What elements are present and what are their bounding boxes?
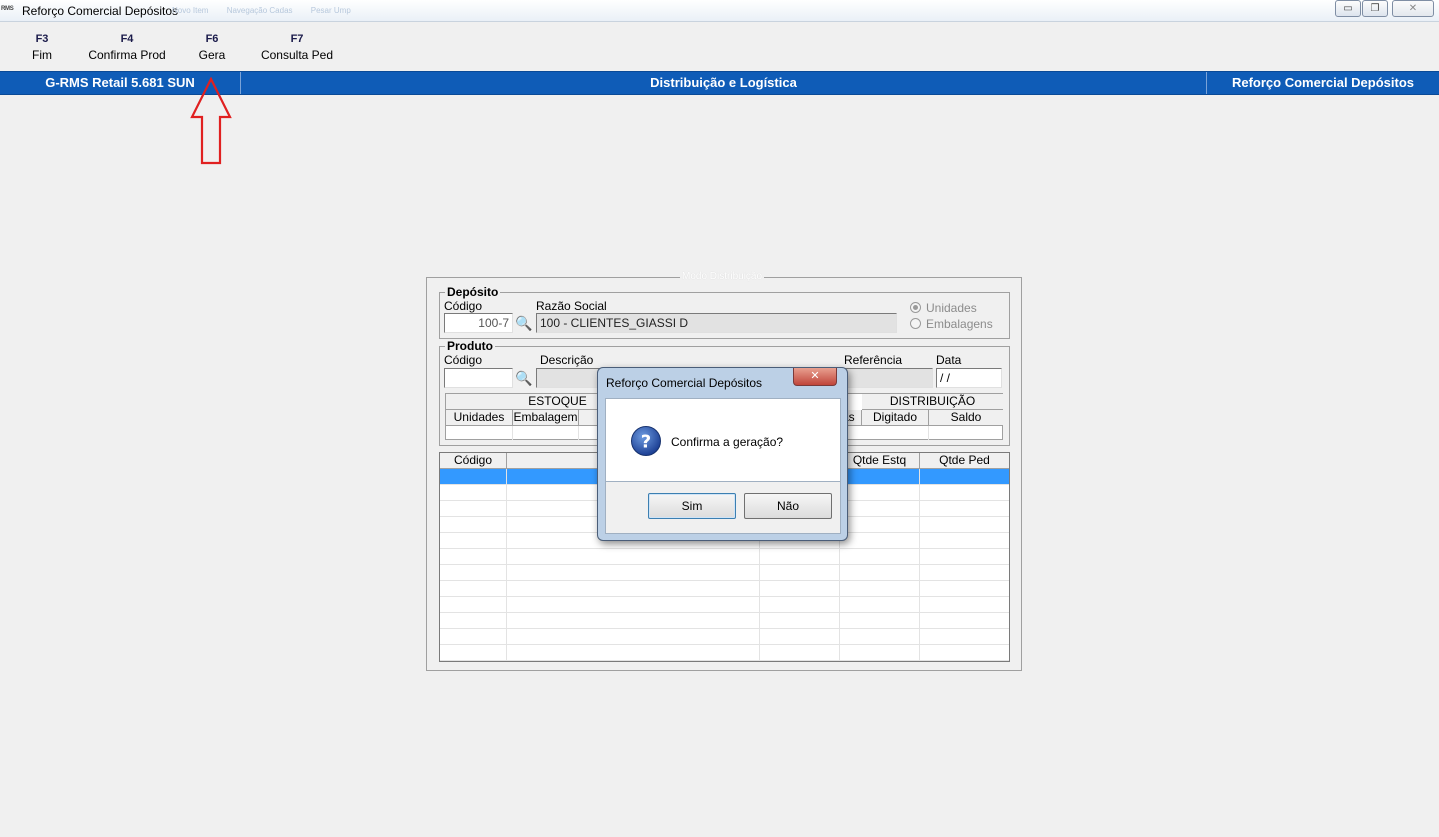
binoculars-icon[interactable]: 🔍 [514,368,534,388]
faded-menu-item: Navegação Cadas [226,6,293,15]
saldo-header: Saldo [929,410,1003,426]
table-row[interactable] [440,629,1009,645]
dialog-title: Reforço Comercial Depósitos [606,376,763,390]
referencia-label: Referência [844,353,903,367]
radio-unidades[interactable]: Unidades [910,301,977,315]
confirm-dialog: Reforço Comercial Depósitos ✕ ? Confirma… [597,367,848,541]
restore-button[interactable]: ❐ [1362,0,1388,17]
fkey-f7-consulta-ped[interactable]: F7 Consulta Ped [252,31,342,63]
fkey-key: F7 [290,33,304,45]
form-caption: Modo Distribuição [680,271,765,282]
grid-header-qtde-ped[interactable]: Qtde Ped [920,453,1009,469]
radio-unidades-label: Unidades [926,301,977,315]
radio-dot-icon [910,318,921,329]
deposito-codigo-input[interactable]: 100-7 [444,313,513,333]
fkey-label: Fim [32,48,52,62]
table-row[interactable] [440,597,1009,613]
fkey-f3-fim[interactable]: F3 Fim [22,31,62,63]
grid-header-qtde-estq[interactable]: Qtde Estq [840,453,920,469]
fkey-key: F4 [120,33,134,45]
data-input[interactable]: / / [936,368,1002,388]
fkey-f4-confirma-prod[interactable]: F4 Confirma Prod [82,31,172,63]
fkey-key: F6 [205,33,219,45]
produto-codigo-label: Código [444,353,483,367]
radio-embalagens-label: Embalagens [926,317,993,331]
deposito-codigo-label: Código [444,299,483,313]
fkey-f6-gera[interactable]: F6 Gera [192,31,232,63]
digitado-header: Digitado [862,410,929,426]
deposito-title: Depósito [445,285,501,299]
dialog-close-button[interactable]: ✕ [793,368,837,386]
razao-social-label: Razão Social [536,299,607,313]
produto-title: Produto [445,339,495,353]
svg-text:?: ? [641,432,651,453]
embalagem-header: Embalagem [513,410,579,426]
fkey-label: Confirma Prod [88,48,166,62]
window-titlebar: RMS Reforço Comercial Depósitos Novo Ite… [0,0,1439,22]
table-row[interactable] [440,581,1009,597]
table-row[interactable] [440,565,1009,581]
dialog-footer: Sim Não [605,482,841,534]
razao-social-field: 100 - CLIENTES_GIASSI D [536,313,897,333]
table-row[interactable] [440,645,1009,661]
dialog-message: Confirma a geração? [671,435,784,449]
radio-embalagens[interactable]: Embalagens [910,317,993,331]
fkey-key: F3 [35,33,49,45]
descricao-label: Descrição [540,353,594,367]
fkey-label: Gera [198,48,226,62]
no-button[interactable]: Não [744,493,832,519]
binoculars-icon[interactable]: 🔍 [514,313,534,333]
dialog-body: ? Confirma a geração? [605,398,841,482]
faded-menu-item: Pesar Ump [310,6,351,15]
yes-button[interactable]: Sim [648,493,736,519]
unidades-header: Unidades [446,410,513,426]
faded-menu-item: Novo Item [172,6,209,15]
radio-dot-icon [910,302,921,313]
data-label: Data [936,353,962,367]
question-icon: ? [631,426,661,456]
close-button[interactable]: ✕ [1392,0,1434,17]
table-row[interactable] [440,549,1009,565]
fkey-label: Consulta Ped [260,48,334,62]
app-logo: RMS [1,6,14,12]
header-screen: Reforço Comercial Depósitos [1206,72,1439,94]
grid-column-line [919,469,920,661]
distribuicao-header: DISTRIBUIÇÃO [862,394,1003,410]
table-row[interactable] [440,613,1009,629]
header-module: Distribuição e Logística [650,75,797,90]
grid-header-codigo[interactable]: Código [440,453,507,469]
minimize-button[interactable]: ▭ [1335,0,1361,17]
up-arrow-icon [190,77,232,165]
faded-menu: Novo Item Navegação Cadas Pesar Ump [172,6,367,15]
window-title: Reforço Comercial Depósitos [22,4,179,18]
grid-column-line [506,469,507,661]
produto-codigo-input[interactable] [444,368,513,388]
